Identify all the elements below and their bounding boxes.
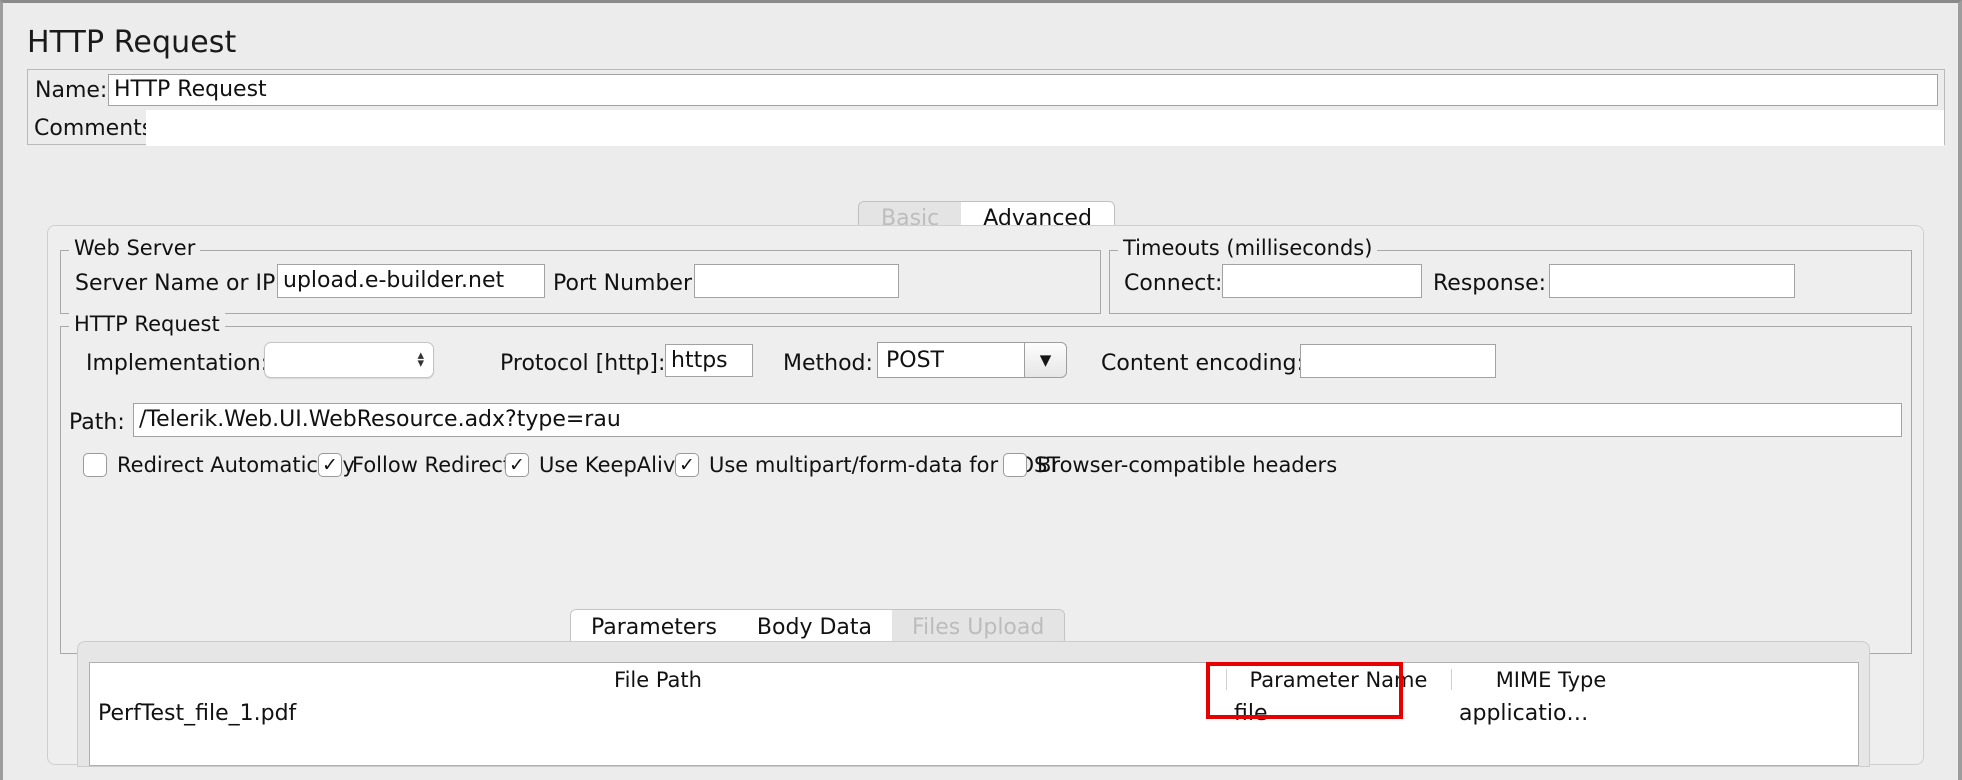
method-value: POST bbox=[877, 342, 1025, 378]
content-encoding-label: Content encoding: bbox=[1101, 351, 1304, 376]
protocol-label: Protocol [http]: bbox=[500, 351, 666, 376]
chevron-updown-icon: ▴ ▾ bbox=[417, 349, 424, 371]
protocol-input[interactable]: https bbox=[665, 344, 753, 377]
http-request-group: HTTP Request Implementation: ▴ ▾ Protoco… bbox=[60, 312, 1912, 654]
files-upload-table: File Path Parameter Name MIME Type PerfT… bbox=[77, 641, 1870, 767]
table-row[interactable]: PerfTest_file_1.pdf file applicatio… bbox=[90, 696, 1858, 730]
checkbox-browser-compatible-headers[interactable]: Browser-compatible headers bbox=[1003, 453, 1337, 477]
web-server-group-title: Web Server bbox=[69, 236, 201, 260]
chevron-down-icon: ▾ bbox=[417, 356, 424, 371]
http-request-window: HTTP Request Name: HTTP Request Comments… bbox=[0, 0, 1962, 780]
method-select[interactable]: POST ▼ bbox=[877, 342, 1067, 378]
checkbox-box: ✓ bbox=[505, 453, 529, 477]
path-input[interactable]: /Telerik.Web.UI.WebResource.adx?type=rau bbox=[133, 403, 1902, 437]
table-header-row: File Path Parameter Name MIME Type bbox=[89, 662, 1859, 696]
path-label: Path: bbox=[69, 410, 125, 435]
cell-mime-type[interactable]: applicatio… bbox=[1451, 696, 1651, 730]
server-name-label: Server Name or IP: bbox=[75, 271, 283, 296]
comments-label: Comments: bbox=[34, 116, 161, 141]
cell-parameter-name[interactable]: file bbox=[1226, 696, 1451, 730]
response-timeout-label: Response: bbox=[1433, 271, 1547, 296]
checkbox-redirect-automatically[interactable]: Redirect Automatically bbox=[83, 453, 355, 477]
tab-parameters[interactable]: Parameters bbox=[571, 610, 737, 644]
table-body: PerfTest_file_1.pdf file applicatio… bbox=[89, 696, 1859, 766]
page-title: HTTP Request bbox=[27, 25, 237, 60]
port-number-label: Port Number: bbox=[553, 271, 700, 296]
connect-timeout-input[interactable] bbox=[1222, 264, 1422, 298]
checkbox-box: ✓ bbox=[318, 453, 342, 477]
comments-input[interactable] bbox=[146, 110, 1944, 146]
method-label: Method: bbox=[783, 351, 873, 376]
name-input[interactable]: HTTP Request bbox=[108, 74, 1938, 106]
name-label: Name: bbox=[35, 78, 108, 103]
web-server-group: Web Server Server Name or IP: upload.e-b… bbox=[60, 236, 1101, 314]
checkbox-label: Follow Redirects bbox=[352, 453, 523, 477]
cell-file-path[interactable]: PerfTest_file_1.pdf bbox=[90, 696, 1226, 730]
content-encoding-input[interactable] bbox=[1300, 344, 1496, 378]
tab-files-upload[interactable]: Files Upload bbox=[891, 610, 1065, 644]
port-number-input[interactable] bbox=[694, 264, 899, 298]
implementation-select[interactable]: ▴ ▾ bbox=[264, 342, 434, 378]
connect-timeout-label: Connect: bbox=[1124, 271, 1223, 296]
checkbox-follow-redirects[interactable]: ✓ Follow Redirects bbox=[318, 453, 522, 477]
name-comments-block: Name: HTTP Request Comments: bbox=[27, 69, 1945, 146]
column-header-file-path[interactable]: File Path bbox=[90, 663, 1226, 696]
comments-row: Comments: bbox=[28, 110, 1944, 146]
implementation-label: Implementation: bbox=[86, 351, 269, 376]
column-header-parameter-name[interactable]: Parameter Name bbox=[1226, 663, 1451, 696]
request-options-row: Redirect Automatically ✓ Follow Redirect… bbox=[83, 453, 1883, 483]
name-row: Name: HTTP Request bbox=[28, 70, 1944, 110]
timeouts-group-title: Timeouts (milliseconds) bbox=[1118, 236, 1378, 260]
request-data-tabs: Parameters Body Data Files Upload bbox=[570, 609, 1066, 645]
checkbox-box bbox=[1003, 453, 1027, 477]
checkbox-box: ✓ bbox=[675, 453, 699, 477]
checkbox-label: Use KeepAlive bbox=[539, 453, 689, 477]
response-timeout-input[interactable] bbox=[1549, 264, 1795, 298]
checkbox-label: Browser-compatible headers bbox=[1037, 453, 1338, 477]
tab-body-data[interactable]: Body Data bbox=[736, 610, 892, 644]
timeouts-group: Timeouts (milliseconds) Connect: Respons… bbox=[1109, 236, 1912, 314]
checkbox-box bbox=[83, 453, 107, 477]
server-name-input[interactable]: upload.e-builder.net bbox=[277, 264, 545, 298]
http-request-group-title: HTTP Request bbox=[69, 312, 225, 336]
column-header-mime-type[interactable]: MIME Type bbox=[1451, 663, 1651, 696]
dropdown-arrow-icon[interactable]: ▼ bbox=[1025, 342, 1067, 378]
checkbox-use-keepalive[interactable]: ✓ Use KeepAlive bbox=[505, 453, 688, 477]
